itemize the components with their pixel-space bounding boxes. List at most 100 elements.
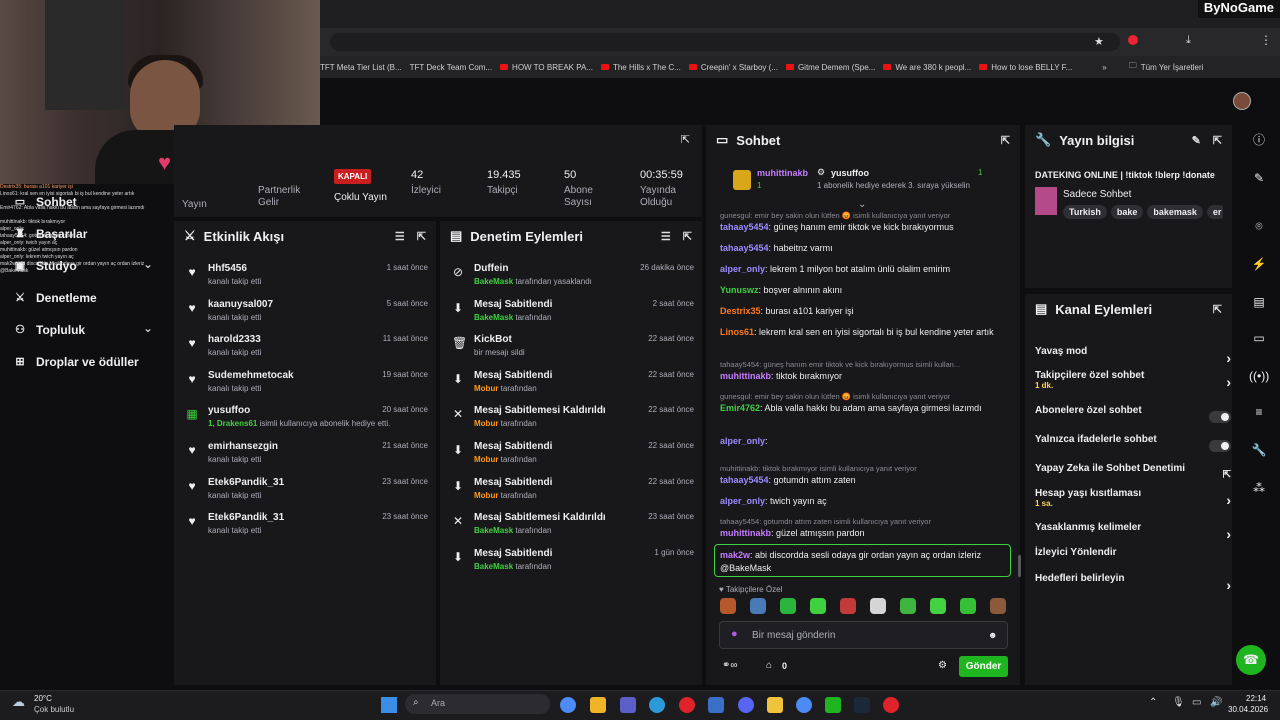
activity-username[interactable]: Etek6Pandik_31 — [208, 477, 284, 488]
message-username[interactable]: Emir4762 — [720, 403, 760, 413]
mod-action-title[interactable]: Mesaj Sabitlendi — [474, 548, 552, 559]
channel-action-item[interactable]: Takipçilere özel sohbet 1 dk. › — [1035, 370, 1235, 394]
popout-icon[interactable]: ⇱ — [681, 133, 690, 146]
clock-date[interactable]: 30.04.2026 — [1228, 705, 1268, 714]
chrome-icon[interactable] — [560, 697, 576, 713]
support-icon[interactable]: ☎ — [1236, 645, 1266, 675]
message-username[interactable]: muhittinakb — [720, 528, 771, 538]
message-username[interactable]: tahaay5454 — [720, 475, 769, 485]
popout-icon[interactable]: ⇱ — [683, 230, 692, 243]
chat-input[interactable]: Bir mesaj gönderin — [719, 621, 1008, 649]
message-username[interactable]: alper_only — [720, 436, 765, 446]
chevron-down-icon[interactable]: ⌄ — [143, 257, 153, 271]
wrench-icon[interactable]: 🔧 — [1249, 440, 1269, 460]
mod-action-title[interactable]: Mesaj Sabitlendi — [474, 441, 552, 452]
microphone-icon[interactable]: 🎙 — [1172, 697, 1185, 708]
emote[interactable] — [990, 598, 1006, 614]
activity-feed-item[interactable]: ▦ yusuffoo 1, Drakens61 isimli kullanıcı… — [174, 405, 436, 441]
activity-feed-item[interactable]: ♥ Hhf5456 kanalı takip etti 1 saat önce — [174, 263, 436, 299]
message-username[interactable]: muhittinakb — [720, 371, 771, 381]
filter-icon[interactable]: ☰ — [395, 230, 405, 243]
activity-feed-item[interactable]: ♥ Etek6Pandik_31 kanalı takip etti 23 sa… — [174, 477, 436, 513]
extension-icon[interactable] — [1128, 35, 1138, 45]
popout-icon[interactable]: ⇱ — [417, 230, 426, 243]
sidebar-item-studio[interactable]: ▣ Stüdyo — [14, 259, 77, 273]
bookmark-item[interactable]: TFT Deck Team Com... — [410, 63, 492, 72]
download-icon[interactable]: ⤓ — [1186, 34, 1191, 47]
stack-icon[interactable]: ≡ — [1249, 402, 1269, 422]
channel-action-item[interactable]: Hesap yaşı kısıtlaması 1 sa. › — [1035, 488, 1235, 512]
mod-action-moderator[interactable]: BakeMask — [474, 313, 513, 322]
clock-time[interactable]: 22:14 — [1246, 694, 1266, 703]
sidebar-item-drops[interactable]: ⊞ Droplar ve ödüller — [14, 355, 138, 369]
chevron-down-icon[interactable]: ⌄ — [143, 321, 153, 335]
file-explorer-icon[interactable] — [590, 697, 606, 713]
emote[interactable] — [750, 598, 766, 614]
activity-username[interactable]: harold2333 — [208, 334, 261, 345]
activity-username[interactable]: emirhansezgin — [208, 441, 278, 452]
mod-action-title[interactable]: Mesaj Sabitlemesi Kaldırıldı — [474, 512, 606, 523]
gift-sub-prompt[interactable]: 1 abonelik hediye ederek 3. sıraya yükse… — [817, 181, 970, 190]
chat-scrollbar[interactable] — [1018, 555, 1021, 577]
speaker-icon[interactable]: 🔊 — [1210, 697, 1222, 708]
store-icon[interactable]: ⌂ — [766, 660, 772, 671]
edge-icon[interactable] — [649, 697, 665, 713]
collapse-icon[interactable]: ⌄ — [858, 199, 866, 210]
sidebar-item-moderation[interactable]: ⚔ Denetleme — [14, 291, 97, 305]
bookmark-item[interactable]: We are 380 k peopl... — [883, 63, 971, 72]
mod-action-moderator[interactable]: Mobur — [474, 419, 498, 428]
sidebar-item-chat[interactable]: ▭ Sohbet — [14, 195, 77, 209]
edit-icon[interactable]: ✎ — [1192, 134, 1201, 147]
message-username[interactable]: Destrix35 — [720, 306, 761, 316]
bookmarks-overflow-icon[interactable]: » — [1102, 63, 1106, 72]
mod-action-title[interactable]: Mesaj Sabitlendi — [474, 299, 552, 310]
share-icon[interactable]: ⁂ — [1249, 478, 1269, 498]
camera-icon[interactable]: ⌾ — [1249, 216, 1269, 236]
message-username[interactable]: Yunuswz — [720, 285, 759, 295]
category-name[interactable]: Sadece Sohbet — [1063, 189, 1131, 200]
channel-action-item[interactable]: Yalnızca ifadelerle sohbet — [1035, 434, 1235, 458]
tag[interactable]: bakemask — [1147, 205, 1203, 219]
emote[interactable] — [960, 598, 976, 614]
mod-action-title[interactable]: Mesaj Sabitlendi — [474, 370, 552, 381]
emote[interactable] — [840, 598, 856, 614]
emoji-icon[interactable]: ☻ — [988, 630, 997, 640]
bookmark-item[interactable]: Gitme Demem (Spe... — [785, 63, 875, 72]
activity-feed-item[interactable]: ♥ Etek6Pandik_31 kanalı takip etti 23 sa… — [174, 512, 436, 548]
settings-link-icon[interactable]: ⚭∞ — [722, 660, 738, 671]
pinned-user-2[interactable]: yusuffoo — [831, 168, 869, 178]
chevron-up-icon[interactable]: ⌃ — [1149, 697, 1157, 708]
multistream-label[interactable]: Çoklu Yayın — [334, 192, 387, 204]
mod-action-title[interactable]: Mesaj Sabitlemesi Kaldırıldı — [474, 405, 606, 416]
chevron-right-icon[interactable]: › — [1226, 374, 1231, 390]
mod-action-item[interactable]: ✕ Mesaj Sabitlemesi Kaldırıldı Mobur tar… — [440, 405, 702, 441]
mod-action-title[interactable]: Duffein — [474, 263, 592, 274]
chevron-right-icon[interactable]: › — [1226, 577, 1231, 593]
activity-username[interactable]: Etek6Pandik_31 — [208, 512, 284, 523]
activity-feed-item[interactable]: ♥ harold2333 kanalı takip etti 11 saat ö… — [174, 334, 436, 370]
lightning-icon[interactable]: ⚡ — [1249, 254, 1269, 274]
chevron-right-icon[interactable]: › — [1226, 492, 1231, 508]
opera-icon[interactable] — [679, 697, 695, 713]
channel-action-item[interactable]: Yapay Zeka ile Sohbet Denetimi ⇱ — [1035, 463, 1235, 487]
activity-username[interactable]: kaanuysal007 — [208, 299, 273, 310]
chat-icon[interactable]: ▭ — [1249, 328, 1269, 348]
taskbar-search[interactable]: Ara — [405, 694, 550, 714]
activity-feed-item[interactable]: ♥ Sudemehmetocak kanalı takip etti 19 sa… — [174, 370, 436, 406]
mod-action-item[interactable]: ⬇ Mesaj Sabitlendi Mobur tarafından 22 s… — [440, 441, 702, 477]
mod-action-moderator[interactable]: BakeMask — [474, 562, 513, 571]
channel-action-item[interactable]: Yasaklanmış kelimeler › — [1035, 522, 1235, 546]
channel-action-item[interactable]: İzleyici Yönlendir — [1035, 547, 1235, 571]
toggle-switch[interactable] — [1209, 411, 1231, 423]
message-username[interactable]: tahaay5454 — [720, 243, 769, 253]
discord-icon[interactable] — [738, 697, 754, 713]
mod-action-moderator[interactable]: Mobur — [474, 491, 498, 500]
activity-feed-item[interactable]: ♥ kaanuysal007 kanalı takip etti 5 saat … — [174, 299, 436, 335]
emote[interactable] — [930, 598, 946, 614]
mod-action-item[interactable]: ⬇ Mesaj Sabitlendi Mobur tarafından 22 s… — [440, 370, 702, 406]
activity-feed-item[interactable]: ♥ emirhansezgin kanalı takip etti 21 saa… — [174, 441, 436, 477]
emote[interactable] — [780, 598, 796, 614]
chrome-icon[interactable] — [796, 697, 812, 713]
monitor-icon[interactable]: ▭ — [1192, 697, 1201, 708]
mod-action-title[interactable]: Mesaj Sabitlendi — [474, 477, 552, 488]
